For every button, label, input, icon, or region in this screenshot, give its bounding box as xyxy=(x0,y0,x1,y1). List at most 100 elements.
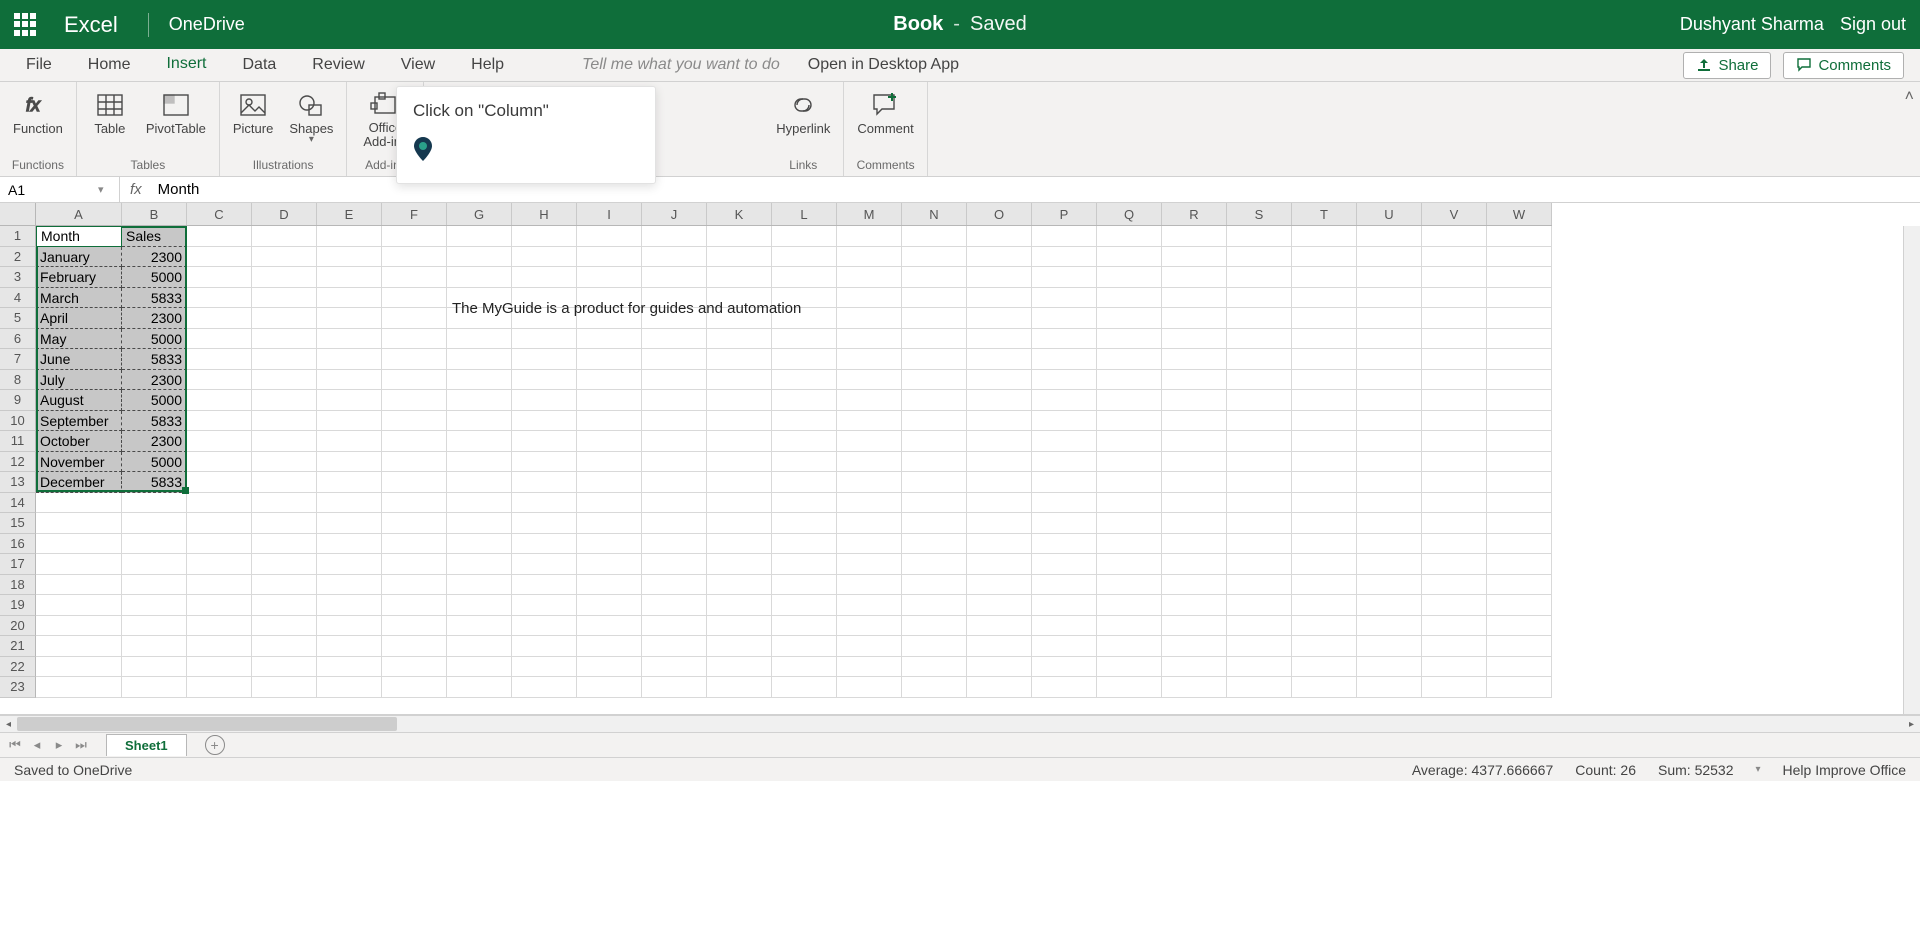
user-name-label[interactable]: Dushyant Sharma xyxy=(1680,14,1824,35)
cell[interactable] xyxy=(1292,247,1357,268)
cell[interactable] xyxy=(187,493,252,514)
cell[interactable] xyxy=(317,657,382,678)
cell[interactable] xyxy=(642,493,707,514)
cell[interactable] xyxy=(1292,616,1357,637)
cell[interactable] xyxy=(1097,513,1162,534)
row-header[interactable]: 23 xyxy=(0,677,36,698)
cell[interactable] xyxy=(707,534,772,555)
cell[interactable] xyxy=(36,493,122,514)
cell[interactable]: November xyxy=(36,452,122,473)
cell[interactable] xyxy=(707,657,772,678)
column-header[interactable]: K xyxy=(707,203,772,225)
tab-insert[interactable]: Insert xyxy=(148,49,224,81)
cell[interactable] xyxy=(772,390,837,411)
cell[interactable] xyxy=(1162,636,1227,657)
cell[interactable] xyxy=(512,329,577,350)
cell[interactable] xyxy=(382,657,447,678)
cell[interactable]: January xyxy=(36,247,122,268)
cell[interactable] xyxy=(252,267,317,288)
cell[interactable] xyxy=(1422,513,1487,534)
cell[interactable] xyxy=(1357,390,1422,411)
cell[interactable] xyxy=(382,595,447,616)
cell[interactable] xyxy=(317,288,382,309)
cell[interactable] xyxy=(642,329,707,350)
row-header[interactable]: 18 xyxy=(0,575,36,596)
cell[interactable] xyxy=(1357,493,1422,514)
cell[interactable] xyxy=(1032,493,1097,514)
cell[interactable] xyxy=(577,247,642,268)
cell[interactable] xyxy=(447,493,512,514)
cell[interactable] xyxy=(1032,636,1097,657)
cell[interactable] xyxy=(1162,390,1227,411)
cell[interactable] xyxy=(1032,226,1097,247)
cell[interactable] xyxy=(967,657,1032,678)
cell[interactable] xyxy=(317,452,382,473)
cell[interactable] xyxy=(317,595,382,616)
cell[interactable] xyxy=(707,472,772,493)
cell[interactable] xyxy=(1292,288,1357,309)
cell[interactable] xyxy=(837,677,902,698)
cell[interactable] xyxy=(36,616,122,637)
cell[interactable] xyxy=(967,370,1032,391)
cell[interactable] xyxy=(1227,472,1292,493)
row-header[interactable]: 7 xyxy=(0,349,36,370)
cell[interactable] xyxy=(122,513,187,534)
cell[interactable] xyxy=(1357,636,1422,657)
cell[interactable] xyxy=(577,267,642,288)
cell[interactable] xyxy=(187,288,252,309)
cell[interactable] xyxy=(382,390,447,411)
cell[interactable] xyxy=(1097,349,1162,370)
cell[interactable] xyxy=(512,267,577,288)
cell[interactable] xyxy=(1487,370,1552,391)
cell[interactable] xyxy=(512,554,577,575)
cell[interactable] xyxy=(317,677,382,698)
cell[interactable] xyxy=(1032,288,1097,309)
cell[interactable] xyxy=(187,575,252,596)
cell[interactable] xyxy=(1097,677,1162,698)
cell[interactable] xyxy=(1227,657,1292,678)
cell[interactable]: Month xyxy=(36,226,122,247)
cell[interactable] xyxy=(382,636,447,657)
cell[interactable] xyxy=(1487,534,1552,555)
cell[interactable] xyxy=(1032,267,1097,288)
cell[interactable] xyxy=(707,349,772,370)
cell[interactable] xyxy=(187,513,252,534)
cell[interactable] xyxy=(1162,575,1227,596)
cell[interactable] xyxy=(1097,657,1162,678)
cell[interactable] xyxy=(707,452,772,473)
cell[interactable] xyxy=(577,534,642,555)
row-header[interactable]: 6 xyxy=(0,329,36,350)
cell[interactable] xyxy=(772,329,837,350)
cell[interactable] xyxy=(837,329,902,350)
cell[interactable] xyxy=(447,616,512,637)
cell[interactable] xyxy=(187,349,252,370)
cell[interactable] xyxy=(447,657,512,678)
cell[interactable] xyxy=(122,636,187,657)
scroll-thumb[interactable] xyxy=(17,717,397,731)
cell[interactable] xyxy=(382,288,447,309)
cell[interactable] xyxy=(837,493,902,514)
cell[interactable] xyxy=(902,595,967,616)
cell[interactable] xyxy=(1097,370,1162,391)
cell[interactable] xyxy=(967,575,1032,596)
cell[interactable] xyxy=(707,370,772,391)
cell[interactable] xyxy=(447,636,512,657)
cell[interactable] xyxy=(577,575,642,596)
cell[interactable] xyxy=(967,288,1032,309)
cell[interactable] xyxy=(642,349,707,370)
cell[interactable] xyxy=(902,329,967,350)
cell[interactable] xyxy=(902,288,967,309)
cell[interactable] xyxy=(707,677,772,698)
cell[interactable] xyxy=(382,493,447,514)
cell[interactable] xyxy=(967,513,1032,534)
cell[interactable] xyxy=(317,575,382,596)
picture-button[interactable]: Picture xyxy=(228,86,278,137)
cell[interactable] xyxy=(1162,247,1227,268)
cell[interactable] xyxy=(1292,657,1357,678)
cell[interactable] xyxy=(317,513,382,534)
cell[interactable] xyxy=(1097,554,1162,575)
cell[interactable] xyxy=(252,677,317,698)
cell[interactable] xyxy=(902,349,967,370)
row-header[interactable]: 5 xyxy=(0,308,36,329)
column-header[interactable]: E xyxy=(317,203,382,225)
